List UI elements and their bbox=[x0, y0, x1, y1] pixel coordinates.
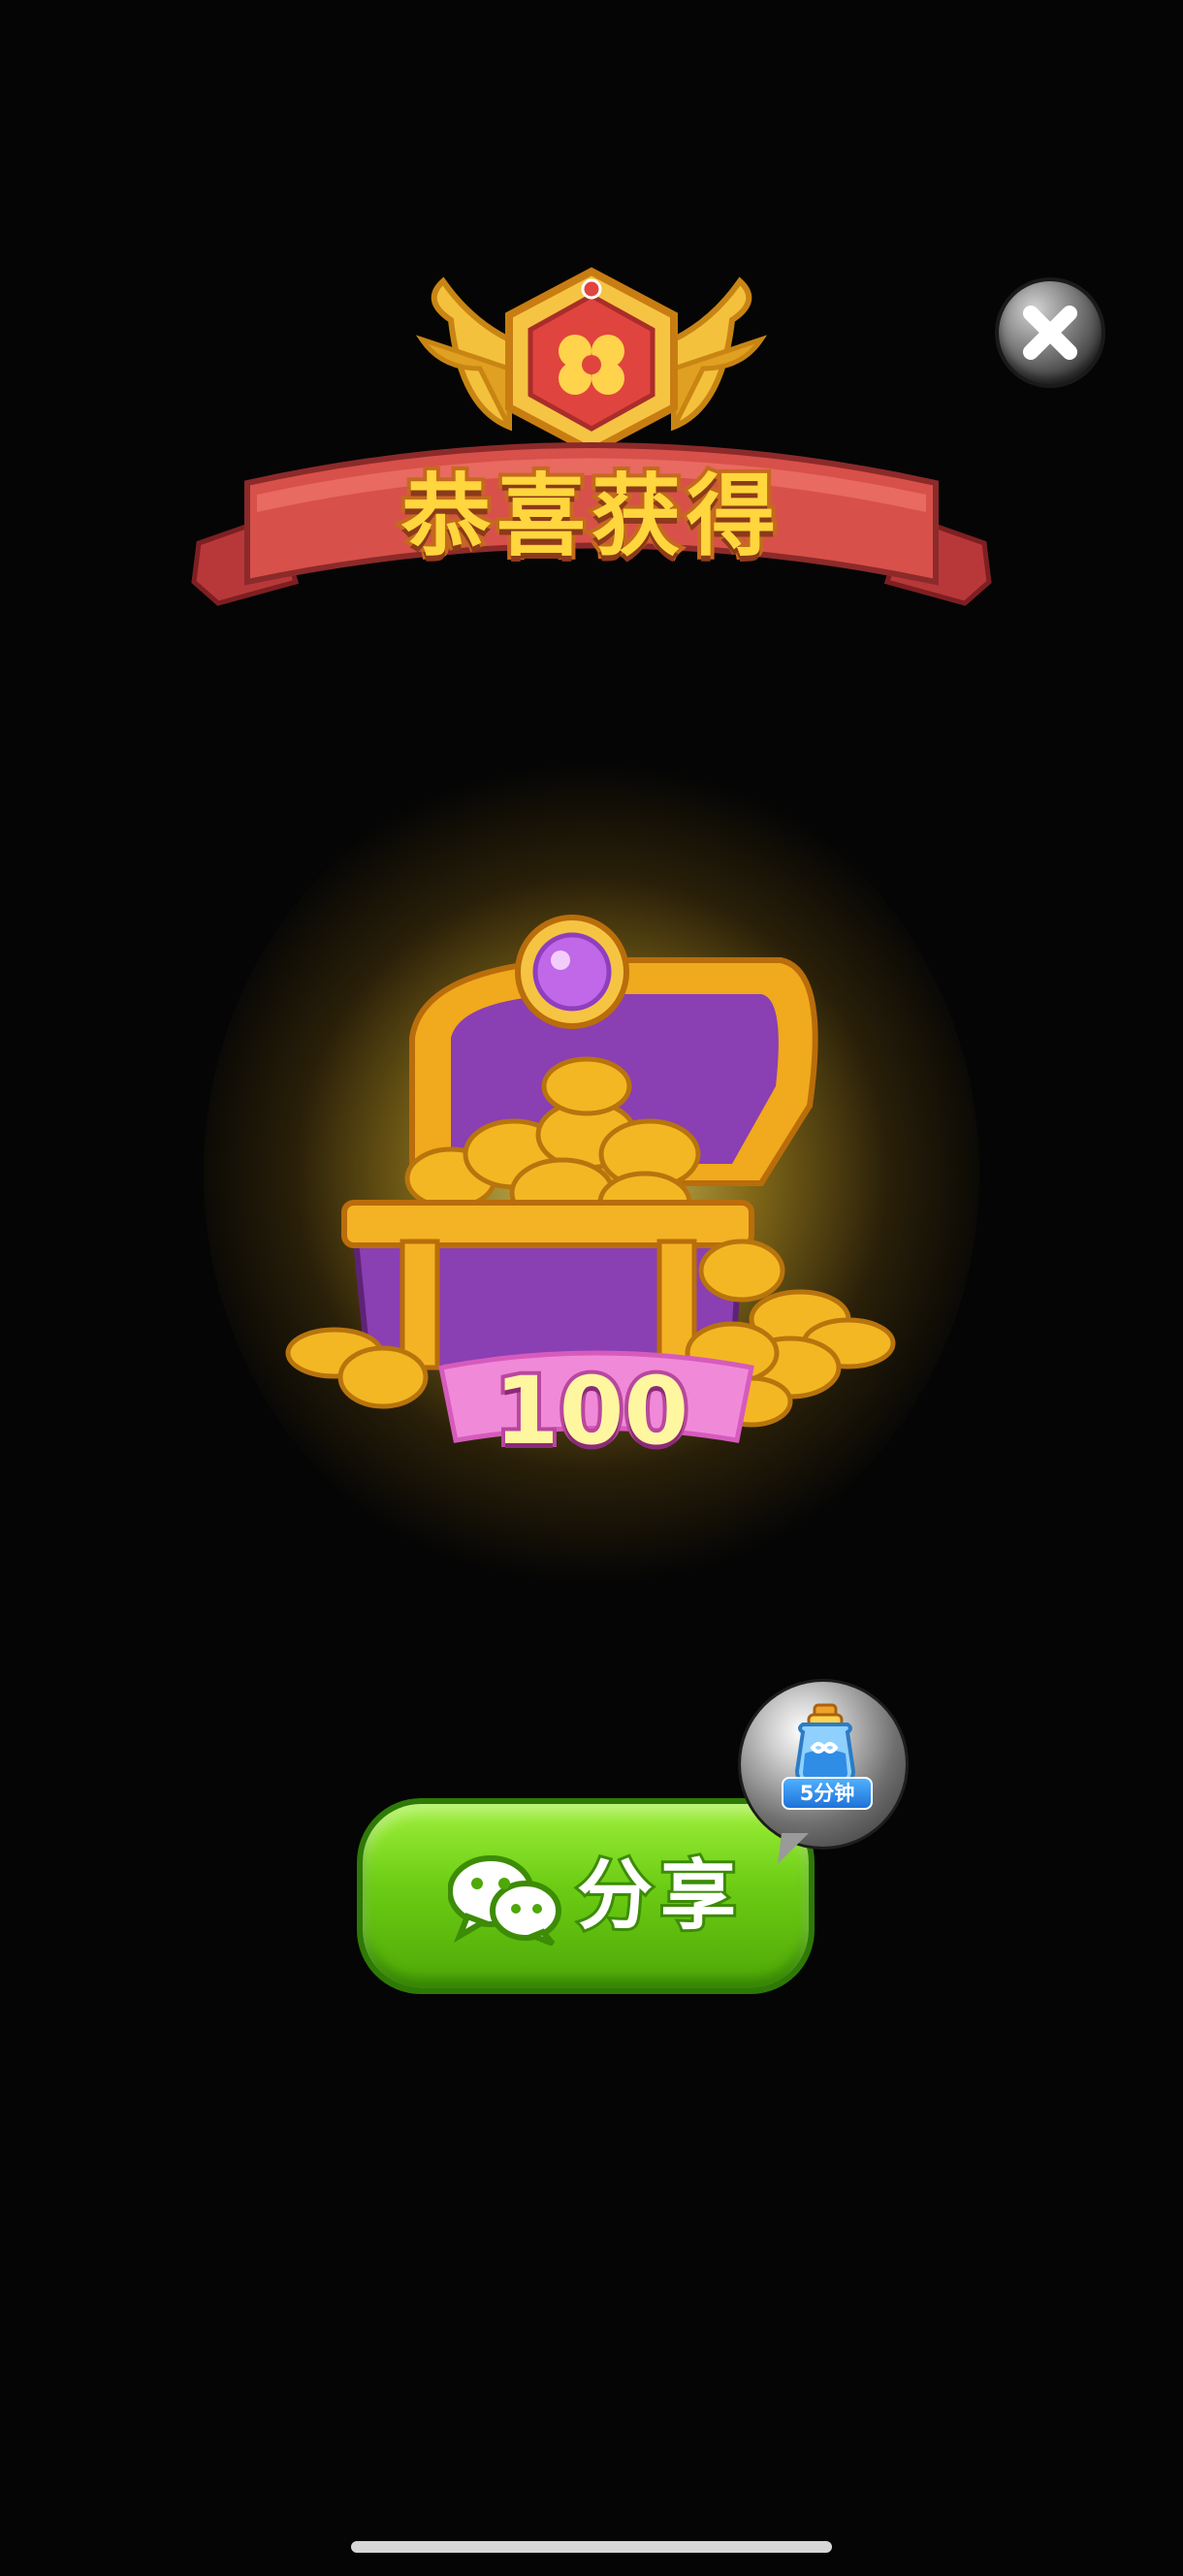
infinite-potion-icon bbox=[794, 1703, 856, 1785]
wing-right bbox=[671, 276, 768, 432]
title-text: 恭喜获得 bbox=[398, 461, 782, 572]
share-label: 分享 bbox=[574, 1850, 745, 1943]
clover-badge-icon bbox=[505, 267, 678, 456]
reward-amount: 100 bbox=[491, 1353, 692, 1469]
close-button[interactable] bbox=[999, 281, 1102, 384]
close-icon bbox=[1023, 306, 1077, 360]
bubble-timer-label: 5分钟 bbox=[782, 1777, 873, 1810]
bubble-tail bbox=[778, 1833, 809, 1864]
wing-left bbox=[415, 276, 512, 432]
wechat-icon bbox=[448, 1855, 561, 1946]
home-indicator[interactable] bbox=[351, 2541, 832, 2553]
